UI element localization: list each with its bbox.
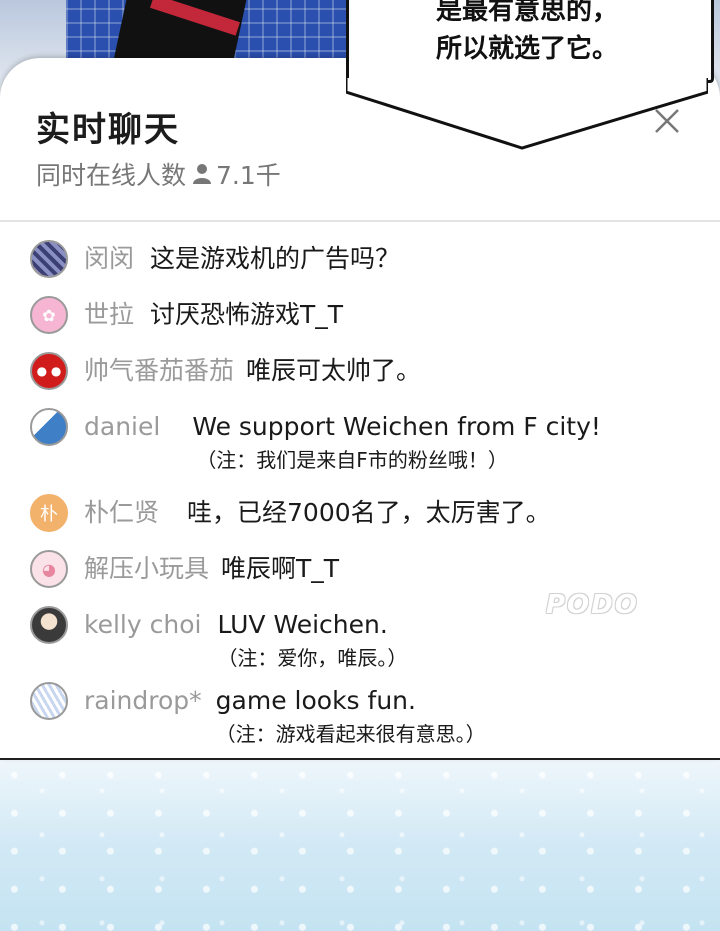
chat-username[interactable]: 朴仁贤 [84, 492, 159, 534]
chat-translation-note: （注：爱你，唯辰。） [217, 646, 408, 670]
chat-username[interactable]: kelly choi [84, 604, 201, 646]
speech-bubble-tail [346, 78, 708, 150]
chat-message: daniel We support Weichen from F city! （… [30, 406, 601, 474]
online-count-row: 同时在线人数 7.1千 [36, 156, 281, 192]
chat-text-block: We support Weichen from F city! （注：我们是来自… [192, 406, 601, 474]
chat-username[interactable]: raindrop* [84, 680, 202, 722]
chat-message: ◕ 解压小玩具 唯辰啊T_T [30, 548, 339, 590]
chat-message: ● ● 帅气番茄番茄 唯辰可太帅了。 [30, 350, 421, 392]
chat-username[interactable]: daniel [84, 406, 160, 448]
chat-translation-note: （注：我们是来自F市的粉丝哦！） [196, 448, 508, 472]
chat-message: ✿ 世拉 讨厌恐怖游戏T_T [30, 294, 343, 336]
speech-line-2: 所以就选了它。 [435, 34, 618, 64]
chat-text: 哇，已经7000名了，太厉害了。 [187, 498, 551, 527]
chat-username[interactable]: 解压小玩具 [84, 548, 209, 590]
chat-username[interactable]: 帅气番茄番茄 [84, 350, 234, 392]
chat-message: kelly choi LUV Weichen. （注：爱你，唯辰。） [30, 604, 407, 672]
chat-text: LUV Weichen. [217, 610, 388, 639]
chat-username[interactable]: 闵闵 [84, 238, 134, 280]
chat-title: 实时聊天 [36, 110, 180, 150]
user-avatar[interactable]: ✿ [30, 296, 68, 334]
person-icon [193, 164, 212, 184]
chat-message: 朴 朴仁贤 哇，已经7000名了，太厉害了。 [30, 492, 551, 534]
user-avatar[interactable] [30, 408, 68, 446]
user-avatar[interactable]: ● ● [30, 352, 68, 390]
chat-username[interactable]: 世拉 [84, 294, 134, 336]
chat-message: 闵闵 这是游戏机的广告吗？ [30, 238, 400, 280]
online-label: 同时在线人数 [36, 161, 187, 190]
chat-text-block: game looks fun. （注：游戏看起来很有意思。） [216, 680, 486, 748]
user-avatar[interactable] [30, 606, 68, 644]
chat-text: 唯辰可太帅了。 [246, 356, 422, 385]
chat-message: raindrop* game looks fun. （注：游戏看起来很有意思。） [30, 680, 486, 748]
avatar-initial: 朴 [40, 504, 58, 525]
chat-translation-note: （注：游戏看起来很有意思。） [215, 722, 486, 746]
user-avatar[interactable] [30, 240, 68, 278]
user-avatar[interactable]: ◕ [30, 550, 68, 588]
comic-panel-bottom [0, 758, 720, 931]
user-avatar[interactable] [30, 682, 68, 720]
chat-text-block: LUV Weichen. （注：爱你，唯辰。） [217, 604, 407, 672]
chat-text: 这是游戏机的广告吗？ [150, 244, 401, 273]
chat-text: game looks fun. [215, 686, 416, 715]
live-chat-panel: 实时聊天 同时在线人数 7.1千 闵闵 这是游戏机的广告吗？ ✿ 世拉 讨厌恐怖… [0, 58, 720, 758]
podo-watermark: PODO [546, 590, 639, 620]
online-count: 7.1千 [216, 161, 281, 190]
chat-text: 唯辰啊T_T [221, 554, 340, 583]
chat-text: We support Weichen from F city! [192, 412, 601, 441]
user-avatar[interactable]: 朴 [30, 494, 68, 532]
speech-line-1: 是最有意思的， [435, 0, 618, 26]
speech-bubble-text: 是最有意思的， 所以就选了它。 [346, 0, 708, 68]
chat-text: 讨厌恐怖游戏T_T [150, 300, 344, 329]
